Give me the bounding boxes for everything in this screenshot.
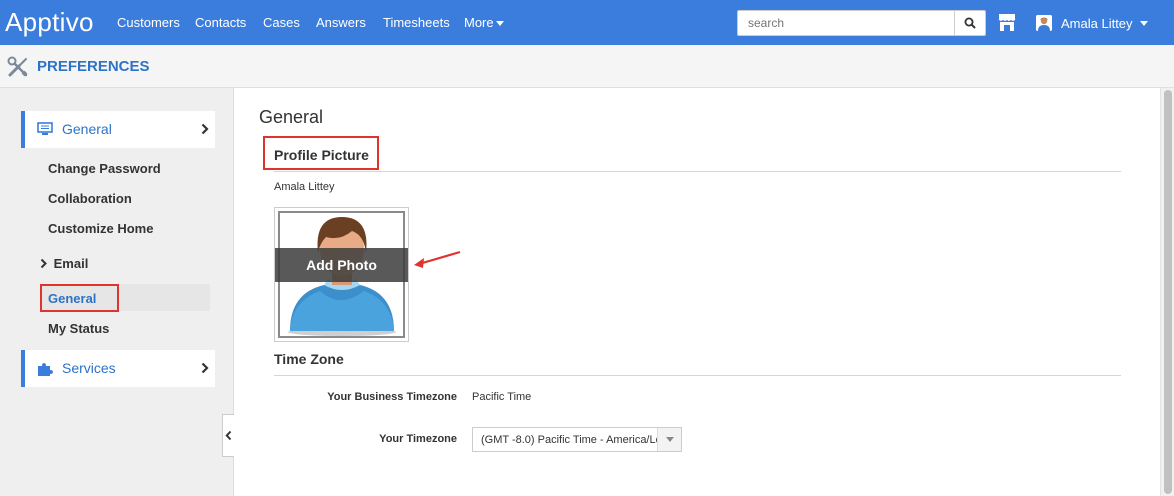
- sidebar-item-change-password[interactable]: Change Password: [48, 161, 161, 176]
- timezone-select[interactable]: (GMT -8.0) Pacific Time - America/Los_An…: [472, 427, 682, 452]
- chevron-left-icon: [225, 430, 232, 441]
- user-avatar-icon: [1036, 15, 1052, 31]
- caret-down-icon: [495, 21, 504, 27]
- user-menu[interactable]: Amala Littey: [1036, 14, 1148, 32]
- nav-more-menu[interactable]: More: [464, 15, 504, 30]
- sidebar-item-email[interactable]: Email: [40, 256, 88, 271]
- sidebar: General Change Password Collaboration Cu…: [0, 88, 234, 496]
- divider: [274, 375, 1121, 376]
- highlight-box: [263, 136, 379, 170]
- business-timezone-value: Pacific Time: [472, 391, 532, 403]
- app-logo[interactable]: Apptivo: [5, 7, 94, 38]
- page-title: General: [259, 107, 324, 127]
- search-icon: [964, 17, 976, 29]
- scrollbar-thumb[interactable]: [1164, 90, 1172, 494]
- tools-icon: [7, 56, 28, 77]
- chevron-right-icon: [201, 362, 209, 374]
- annotation-arrow-icon: [414, 250, 461, 268]
- time-zone-heading: Time Zone: [274, 351, 344, 367]
- top-navigation-bar: Apptivo Customers Contacts Cases Answers…: [0, 0, 1174, 45]
- sidebar-section-services-label: Services: [62, 360, 116, 376]
- sidebar-item-email-label: Email: [53, 256, 89, 271]
- nav-more-label: More: [464, 15, 494, 30]
- module-header: PREFERENCES: [0, 45, 1174, 88]
- business-timezone-label: Your Business Timezone: [327, 391, 457, 403]
- sidebar-item-my-status[interactable]: My Status: [48, 321, 109, 336]
- dropdown-arrow-icon: [657, 428, 681, 451]
- global-search-input[interactable]: [737, 10, 955, 36]
- sidebar-item-collaboration[interactable]: Collaboration: [48, 191, 132, 206]
- highlight-box: [40, 284, 119, 312]
- sidebar-section-general[interactable]: General: [21, 111, 215, 148]
- user-name: Amala Littey: [1061, 15, 1133, 31]
- sidebar-section-general-label: General: [62, 121, 112, 137]
- puzzle-icon: [38, 363, 53, 376]
- sidebar-item-customize-home[interactable]: Customize Home: [48, 221, 153, 236]
- profile-user-name: Amala Littey: [274, 181, 335, 193]
- store-icon[interactable]: [998, 13, 1016, 33]
- nav-customers[interactable]: Customers: [117, 15, 180, 30]
- add-photo-button[interactable]: Add Photo: [275, 248, 408, 282]
- search-button[interactable]: [954, 10, 986, 36]
- monitor-icon: [37, 122, 53, 135]
- chevron-right-icon: [40, 258, 47, 269]
- your-timezone-label: Your Timezone: [379, 433, 457, 445]
- sidebar-section-services[interactable]: Services: [21, 350, 215, 387]
- nav-cases[interactable]: Cases: [263, 15, 300, 30]
- sidebar-collapse-toggle[interactable]: [222, 414, 234, 457]
- module-title: PREFERENCES: [37, 58, 150, 75]
- page-scrollbar[interactable]: [1160, 88, 1174, 496]
- timezone-select-value: (GMT -8.0) Pacific Time - America/Los_An…: [481, 434, 659, 446]
- nav-answers[interactable]: Answers: [316, 15, 366, 30]
- caret-down-icon: [1139, 20, 1148, 26]
- nav-contacts[interactable]: Contacts: [195, 15, 246, 30]
- nav-timesheets[interactable]: Timesheets: [383, 15, 450, 30]
- chevron-right-icon: [201, 123, 209, 135]
- divider: [274, 171, 1121, 172]
